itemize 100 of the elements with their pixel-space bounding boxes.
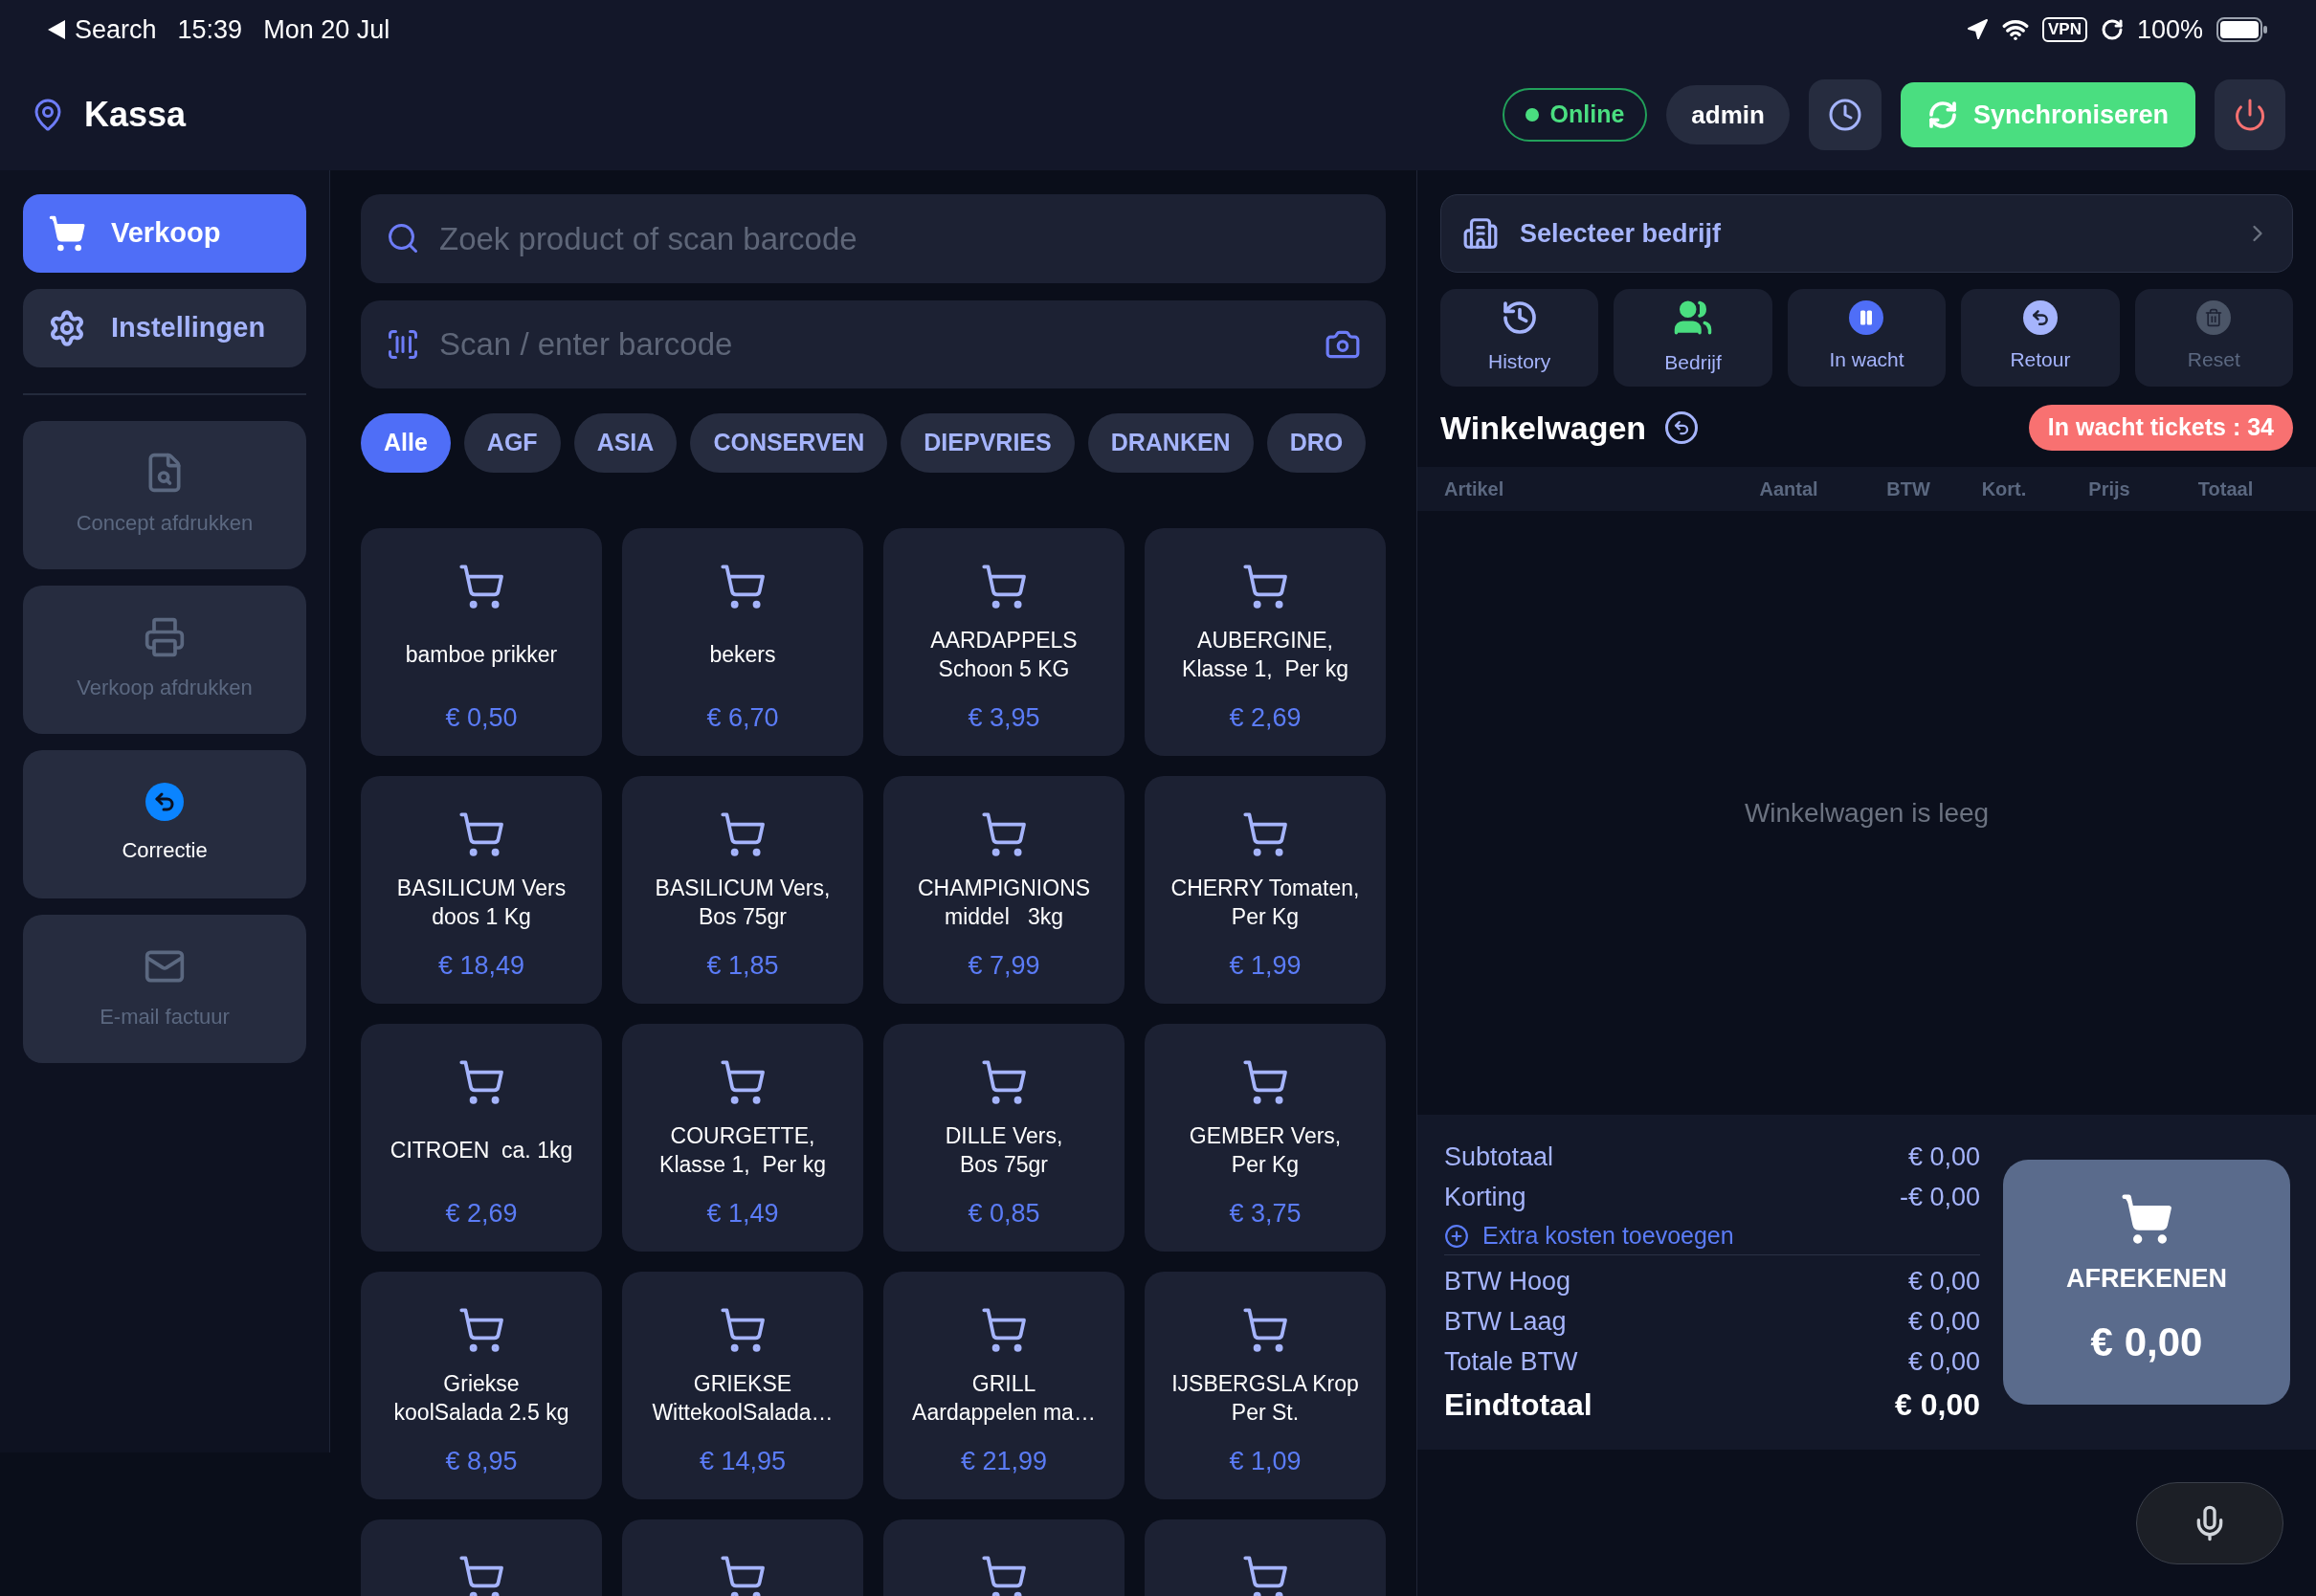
cart-icon [457,810,505,858]
company-select[interactable]: Selecteer bedrijf [1440,194,2293,273]
category-chip[interactable]: DRANKEN [1087,413,1254,473]
column-header: Prijs [2087,477,2131,501]
product-name: bamboe prikker [405,640,558,669]
category-chip[interactable]: DIEPVRIES [901,413,1075,473]
cart-icon [48,214,86,253]
category-chip[interactable]: CONSERVEN [690,413,888,473]
total-label: Korting [1444,1181,1526,1213]
add-icon [1444,1223,1469,1249]
barcode-field[interactable]: Scan / enter barcode [361,300,1386,388]
cart-icon [1241,1058,1289,1106]
category-chip[interactable]: AGF [463,413,561,473]
product-name: GRILL Aardappelen ma… [912,1369,1096,1427]
vpn-badge: VPN [2041,17,2087,42]
total-value: € 0,00 [1907,1345,1980,1378]
category-chip[interactable]: Alle [361,413,451,473]
product-price: € 8,95 [445,1445,518,1477]
grand-total-label: Eindtotaal [1444,1386,1592,1424]
product-price: € 7,99 [968,949,1040,982]
total-label: Subtotaal [1444,1141,1554,1173]
product-card[interactable]: GRILL Aardappelen ma… € 21,99 [883,1272,1125,1499]
product-card[interactable]: CHERRY Tomaten, Per Kg € 1,99 [1145,776,1386,1004]
product-card[interactable]: AARDAPPELS Schoon 5 KG € 3,95 [883,528,1125,756]
clock-icon [1827,98,1862,132]
cart-action-button[interactable]: In wacht [1787,289,1947,387]
column-header: BTW [1885,477,1931,501]
cart-icon [1241,1554,1289,1596]
checkout-amount: € 0,00 [2090,1318,2203,1366]
product-name: BASILICUM Vers, Bos 75gr [655,874,831,931]
clock-button[interactable] [1808,79,1882,150]
cart-icon [457,1306,505,1354]
product-name: COURGETTE, Klasse 1, Per kg [659,1121,826,1179]
product-name: Griekse koolSalada 2.5 kg [393,1369,569,1427]
cart-icon [457,1554,505,1596]
total-value: € 0,00 [1907,1141,1980,1173]
product-card[interactable]: CHAMPIGNIONS middel 3kg € 7,99 [883,776,1125,1004]
product-price: € 21,99 [960,1445,1048,1477]
undo-icon [2022,300,2058,336]
power-button[interactable] [2215,79,2285,150]
pause-icon [1849,300,1884,336]
building-icon [1462,215,1499,252]
cart-icon [980,1058,1028,1106]
product-card[interactable]: BASILICUM Vers doos 1 Kg € 18,49 [361,776,602,1004]
category-chip[interactable]: DRO [1266,413,1367,473]
status-time: 15:39 [177,13,243,46]
undo-icon [145,783,184,821]
product-price: € 18,49 [437,949,525,982]
cart-title: Winkelwagen [1440,408,1647,448]
search-icon [386,221,420,255]
product-price: € 6,70 [706,701,779,734]
product-price: € 3,95 [968,701,1040,734]
cart-action-button[interactable]: Retour [1961,289,2120,387]
product-card[interactable]: CITROEN ca. 1kg € 2,69 [361,1024,602,1252]
cart-icon [719,810,767,858]
category-chip[interactable]: ASIA [573,413,678,473]
sidebar-action-card[interactable]: Correctie [23,750,306,898]
total-label: BTW Laag [1444,1305,1567,1338]
product-name: bekers [709,640,776,669]
cart-action-button[interactable]: Bedrijf [1614,289,1772,387]
checkout-label: AFREKENEN [2066,1263,2227,1296]
product-card[interactable]: bekers € 6,70 [622,528,863,756]
product-price: € 0,85 [968,1197,1040,1230]
product-card[interactable]: DILLE Vers, Bos 75gr € 0,85 [883,1024,1125,1252]
status-label: Online [1549,100,1625,130]
product-card[interactable]: IJSBERGSLA Krop Per St. € 1,09 [1145,1272,1386,1499]
location-icon [1965,18,1989,41]
product-name: IJSBERGSLA Krop Per St. [1171,1369,1359,1427]
product-card[interactable]: bamboe prikker € 0,50 [361,528,602,756]
cart-icon [980,810,1028,858]
product-name: GRIEKSE WittekoolSalada… [652,1369,834,1427]
product-card[interactable]: AUBERGINE, Klasse 1, Per kg € 2,69 [1145,528,1386,756]
cart-icon [980,1306,1028,1354]
product-card[interactable]: COURGETTE, Klasse 1, Per kg € 1,49 [622,1024,863,1252]
settings-icon [48,309,86,347]
cart-icon [980,1554,1028,1596]
product-name: AUBERGINE, Klasse 1, Per kg [1182,626,1348,683]
product-card[interactable]: Griekse koolSalada 2.5 kg € 8,95 [361,1272,602,1499]
product-name: CITROEN ca. 1kg [390,1136,573,1164]
total-label: Totale BTW [1444,1345,1578,1378]
product-card[interactable]: GEMBER Vers, Per Kg € 3,75 [1145,1024,1386,1252]
product-price: € 3,75 [1229,1197,1302,1230]
total-value: -€ 0,00 [1899,1181,1980,1213]
checkout-button[interactable]: AFREKENEN € 0,00 [2003,1160,2290,1405]
cart-icon [457,563,505,610]
app-title: Kassa [84,94,187,136]
cart-action-button[interactable]: History [1440,289,1599,387]
undo-icon [1665,411,1699,444]
sidebar-nav-item[interactable]: Verkoop [23,194,306,273]
total-value: € 0,00 [1907,1265,1980,1297]
empty-cart-message: Winkelwagen is leeg [1744,796,1990,830]
product-card[interactable]: BASILICUM Vers, Bos 75gr € 1,85 [622,776,863,1004]
product-price: € 1,49 [706,1197,779,1230]
search-field[interactable]: Zoek product of scan barcode [361,194,1386,283]
back-link[interactable]: Search [75,10,157,50]
extra-costs-link[interactable]: Extra kosten toevoegen [1482,1217,1734,1254]
product-card[interactable]: GRIEKSE WittekoolSalada… € 14,95 [622,1272,863,1499]
sidebar-nav-item[interactable]: Instellingen [23,289,306,367]
product-price: € 14,95 [699,1445,787,1477]
cart-icon [1241,810,1289,858]
